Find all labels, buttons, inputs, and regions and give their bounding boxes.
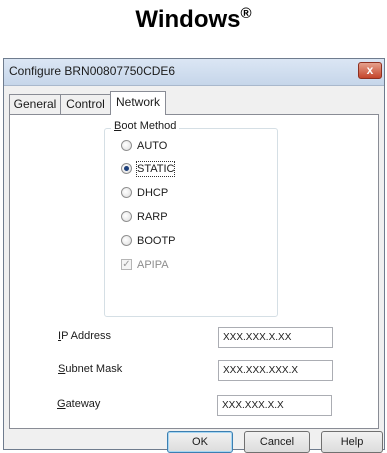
gateway-input[interactable] [217,395,332,416]
radio-rarp-button[interactable] [121,211,132,222]
tab-network-label: Network [115,95,160,109]
subnet-mask-input[interactable] [218,360,333,381]
cancel-button[interactable]: Cancel [244,431,310,453]
dialog-client-area: General Control Network Boot Method AUTO… [4,86,384,453]
subnet-mask-label: Subnet Mask [58,363,122,375]
ip-address-label-rest: P Address [61,330,112,342]
network-tab-panel: Boot Method AUTO STATIC DHCP RARP BOOTP [9,114,379,429]
tab-general-label: General [13,97,57,111]
configure-dialog: Configure BRN00807750CDE6 x General Cont… [3,58,385,453]
close-icon: x [366,63,374,77]
ip-address-label: IP Address [58,330,111,342]
registered-mark: ® [240,5,252,22]
radio-static-button[interactable] [121,163,132,174]
radio-auto-label: AUTO [137,140,168,152]
gateway-label: Gateway [57,398,100,410]
dialog-titlebar[interactable]: Configure BRN00807750CDE6 x [4,59,384,86]
boot-method-label: Boot Method [111,120,180,132]
radio-dhcp-button[interactable] [121,187,132,198]
page-heading-text: Windows [135,6,241,33]
ok-button[interactable]: OK [167,431,233,453]
page-heading: Windows® [0,6,387,34]
help-button[interactable]: Help [321,431,383,453]
ip-address-input[interactable] [218,327,333,348]
checkbox-apipa-box[interactable]: ✓ [121,259,132,270]
radio-rarp-label: RARP [137,211,168,223]
gateway-label-mnemonic: G [57,398,66,410]
radio-bootp-label: BOOTP [137,235,176,247]
tab-control-label: Control [66,97,105,111]
radio-dhcp-label: DHCP [137,187,169,199]
close-button[interactable]: x [358,62,382,79]
tab-general[interactable]: General [9,94,61,114]
tab-control[interactable]: Control [60,94,111,114]
boot-method-label-rest: oot Method [121,120,177,132]
dialog-title: Configure BRN00807750CDE6 [9,64,176,78]
radio-static-label: STATIC [135,161,176,177]
tab-network[interactable]: Network [110,91,166,115]
checkbox-apipa-label: APIPA [137,259,169,271]
radio-bootp-button[interactable] [121,235,132,246]
gateway-label-rest: ateway [65,398,101,410]
boot-method-groupbox [104,128,278,317]
subnet-mask-label-rest: ubnet Mask [65,363,123,375]
radio-auto-button[interactable] [121,140,132,151]
